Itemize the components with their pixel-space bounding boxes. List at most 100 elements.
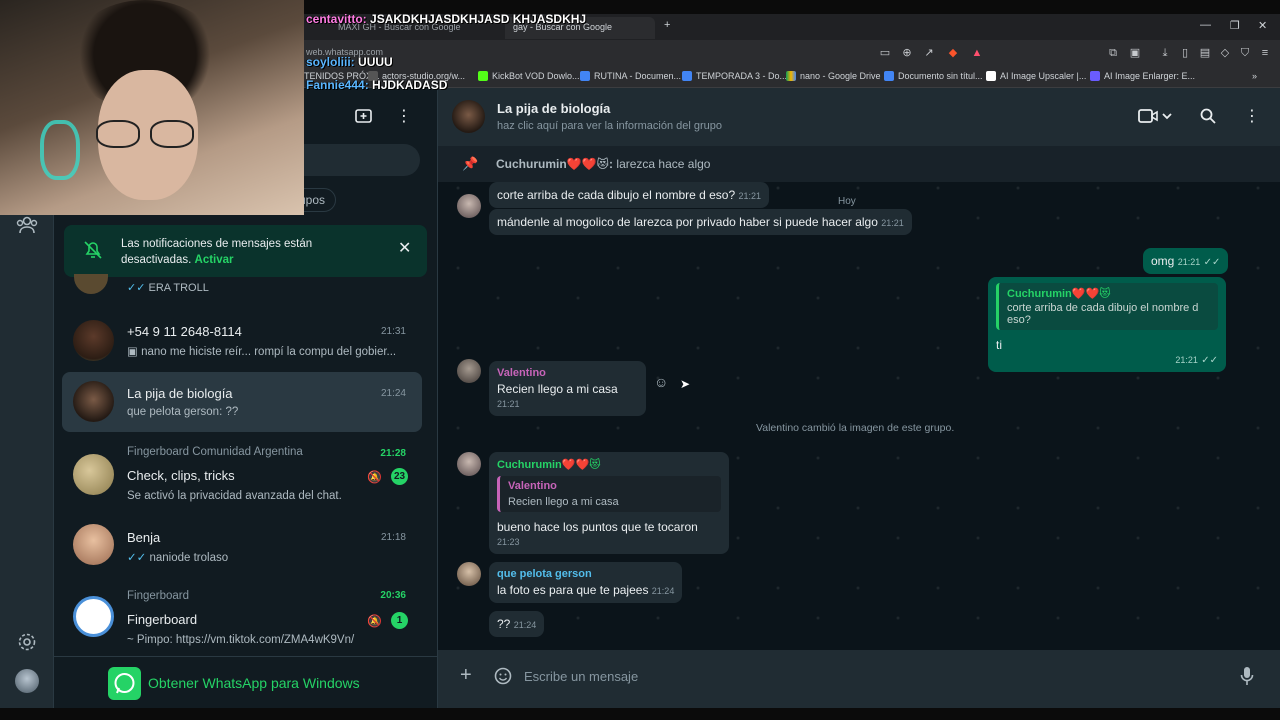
- bookmark[interactable]: nano - Google Drive: [786, 71, 881, 81]
- chat-time: 21:18: [380, 532, 406, 543]
- docs-icon: [884, 71, 894, 81]
- quoted-text: Recien llego a mi casa: [508, 496, 619, 508]
- message-bubble-outgoing[interactable]: omg 21:21 ✓✓: [1143, 248, 1229, 274]
- muted-icon: 🔕: [367, 470, 382, 484]
- chat-avatar: [73, 454, 114, 495]
- message-bubble[interactable]: corte arriba de cada dibujo el nombre d …: [489, 182, 770, 208]
- react-emoji-icon[interactable]: ☺: [654, 374, 668, 390]
- chat-menu-icon[interactable]: ⋮: [1244, 106, 1260, 126]
- minimize-button[interactable]: —: [1200, 19, 1211, 31]
- message-time: 21:23: [497, 537, 520, 547]
- browser-menu-icon[interactable]: ≡: [1258, 46, 1272, 60]
- sticker-icon[interactable]: [494, 667, 512, 690]
- video-call-icon[interactable]: [1138, 108, 1174, 129]
- message-input[interactable]: Escribe un mensaje: [524, 669, 638, 684]
- close-banner-icon[interactable]: ✕: [398, 238, 411, 258]
- double-check-icon: ✓✓: [127, 552, 147, 564]
- system-message: Valentino cambió la imagen de este grupo…: [756, 422, 955, 434]
- sender-avatar: [457, 359, 481, 383]
- chat-time: 21:31: [380, 326, 406, 337]
- message-time: 21:21: [881, 218, 904, 228]
- bookmark[interactable]: RUTINA - Documen...: [580, 71, 681, 81]
- chat-list-item[interactable]: +54 9 11 2648-8114 21:31 ▣ nano me hicis…: [62, 310, 422, 370]
- chat-preview: que pelota gerson: ??: [127, 406, 239, 418]
- chat-preview: Se activó la privacidad avanzada del cha…: [127, 490, 342, 502]
- maximize-button[interactable]: ❐: [1230, 19, 1240, 32]
- drive-icon: [786, 71, 796, 81]
- chat-list-item[interactable]: Fingerboard Comunidad Argentina 21:28 Ch…: [62, 440, 422, 512]
- chat-time: 21:28: [380, 448, 406, 459]
- download-icon[interactable]: ⤓: [1158, 46, 1172, 60]
- message-bubble[interactable]: mándenle al mogolico de larezca por priv…: [489, 209, 912, 235]
- brave-rewards-icon[interactable]: ▲: [970, 46, 984, 60]
- headphone: [40, 120, 80, 180]
- group-avatar[interactable]: [452, 100, 485, 133]
- bookmark[interactable]: AI Image Enlarger: E...: [1090, 71, 1195, 81]
- extensions-icon[interactable]: ⧉: [1106, 46, 1120, 60]
- zoom-icon[interactable]: ⊕: [900, 46, 914, 60]
- chat-list-item[interactable]: Fingerboard 20:36 Fingerboard 🔕 1 ~ Pimp…: [62, 582, 422, 654]
- chat-name: Check, clips, tricks: [127, 468, 235, 483]
- more-bookmarks-icon[interactable]: »: [1252, 71, 1257, 81]
- pinned-sender: Cuchurumin❤️❤️😻:: [496, 157, 614, 171]
- search-icon[interactable]: [1200, 108, 1216, 129]
- cast-icon[interactable]: ▭: [878, 46, 892, 60]
- glasses: [96, 120, 140, 148]
- webcam-overlay: [0, 0, 304, 215]
- message-time: 21:21: [1175, 355, 1198, 365]
- settings-icon[interactable]: [14, 632, 40, 657]
- quoted-message[interactable]: Valentino Recien llego a mi casa: [497, 476, 721, 512]
- chat-preview: naniode trolaso: [149, 552, 229, 564]
- bell-off-icon: [82, 239, 104, 266]
- group-title[interactable]: La pija de biología: [497, 101, 610, 116]
- communities-icon[interactable]: [14, 216, 40, 239]
- stream-chat-line: centavitto: JSAKDKHJASDKHJASD KHJASDKHJ: [306, 12, 587, 26]
- shield-icon[interactable]: ⛉: [1238, 46, 1252, 60]
- activate-link[interactable]: Activar: [195, 254, 234, 266]
- chat-list-item[interactable]: Benja 21:18 ✓✓ naniode trolaso: [62, 514, 422, 574]
- vpn-icon[interactable]: ◇: [1218, 46, 1232, 60]
- microphone-icon[interactable]: [1240, 666, 1254, 691]
- wallet-icon[interactable]: ▤: [1198, 46, 1212, 60]
- chat-name: +54 9 11 2648-8114: [127, 324, 242, 339]
- bookmark[interactable]: KickBot VOD Dowlo...: [478, 71, 580, 81]
- group-subtitle[interactable]: haz clic aquí para ver la información de…: [497, 120, 722, 132]
- new-chat-icon[interactable]: [354, 108, 374, 129]
- pinned-message-bar[interactable]: 📌 Cuchurumin❤️❤️😻: larezca hace algo: [438, 146, 1280, 182]
- conversation-header[interactable]: La pija de biología haz clic aquí para v…: [438, 88, 1280, 146]
- muted-icon: 🔕: [367, 614, 382, 628]
- chat-list-item-active[interactable]: La pija de biología 21:24 que pelota ger…: [62, 372, 422, 432]
- panel-icon[interactable]: ▯: [1178, 46, 1192, 60]
- sidebar-icon[interactable]: ▣: [1128, 46, 1142, 60]
- message-bubble[interactable]: Valentino Recien llego a mi casa 21:21: [489, 361, 646, 416]
- bookmark[interactable]: TEMPORADA 3 - Do...: [682, 71, 787, 81]
- quoted-message[interactable]: Cuchurumin❤️❤️😻 corte arriba de cada dib…: [996, 283, 1218, 330]
- sender-name: Valentino: [497, 367, 546, 379]
- chat-avatar: [73, 320, 114, 361]
- profile-avatar[interactable]: [15, 669, 39, 693]
- glasses: [150, 120, 194, 148]
- message-bubble[interactable]: Cuchurumin❤️❤️😻 Valentino Recien llego a…: [489, 452, 729, 554]
- chat-time: 20:36: [380, 590, 406, 601]
- message-time: 21:21: [497, 399, 520, 409]
- stream-chat-line: soyloliii: UUUU: [306, 55, 393, 69]
- message-bubble[interactable]: que pelota gerson la foto es para que te…: [489, 562, 683, 603]
- quoted-sender: Cuchurumin❤️❤️😻: [1007, 288, 1111, 300]
- attach-plus-icon[interactable]: +: [460, 664, 472, 687]
- pinned-text: larezca hace algo: [616, 157, 711, 171]
- get-app-banner[interactable]: Obtener WhatsApp para Windows: [54, 656, 437, 708]
- share-icon[interactable]: ↗: [922, 46, 936, 60]
- close-window-button[interactable]: ✕: [1258, 19, 1267, 32]
- message-bubble-outgoing[interactable]: Cuchurumin❤️❤️😻 corte arriba de cada dib…: [988, 277, 1226, 372]
- sender-avatar: [457, 194, 481, 218]
- menu-icon[interactable]: ⋮: [394, 106, 414, 126]
- get-app-label[interactable]: Obtener WhatsApp para Windows: [148, 675, 360, 691]
- bookmark[interactable]: Documento sin títul...: [884, 71, 983, 81]
- sender-name: que pelota gerson: [497, 568, 592, 580]
- message-bubble[interactable]: ?? 21:24: [489, 611, 545, 637]
- chat-preview: nano me hiciste reír... rompí la compu d…: [141, 346, 397, 358]
- brave-shield-icon[interactable]: ◆: [946, 46, 960, 60]
- bookmark[interactable]: AI Image Upscaler |...: [986, 71, 1086, 81]
- sender-name: Cuchurumin❤️❤️😻: [497, 459, 601, 471]
- new-tab-button[interactable]: +: [664, 19, 670, 31]
